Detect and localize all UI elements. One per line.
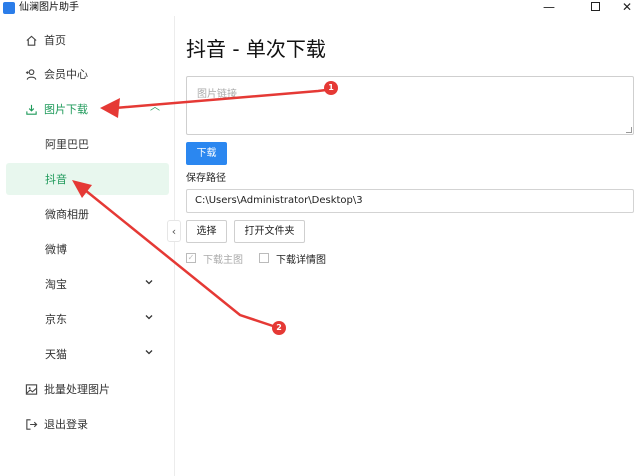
- annotation-badge-2: 2: [272, 321, 286, 335]
- sidebar-subitem-tmall[interactable]: 天猫: [6, 338, 169, 370]
- minimize-button[interactable]: —: [534, 0, 564, 15]
- sidebar-subitem-label: 京东: [45, 313, 67, 326]
- chevron-down-icon: [143, 312, 155, 324]
- sidebar-item-batch-process[interactable]: 批量处理图片: [0, 373, 175, 405]
- download-detail-image-label: 下载详情图: [276, 254, 326, 266]
- open-folder-button[interactable]: 打开文件夹: [234, 220, 305, 243]
- download-detail-image-checkbox[interactable]: 下载详情图: [259, 251, 326, 266]
- image-icon: [24, 382, 38, 396]
- title-bar: 仙澜图片助手 — ✕: [0, 0, 640, 16]
- checkbox-checked-icon: ✓: [186, 253, 196, 263]
- logout-icon: [24, 417, 38, 431]
- download-main-image-label: 下载主图: [203, 254, 243, 266]
- download-icon: [24, 102, 38, 116]
- sidebar-subitem-label: 天猫: [45, 348, 67, 361]
- close-button[interactable]: ✕: [612, 0, 640, 15]
- sidebar-subitem-label: 微商相册: [45, 208, 89, 221]
- download-button[interactable]: 下载: [186, 142, 227, 165]
- resize-grip-icon[interactable]: [626, 127, 632, 133]
- image-url-input[interactable]: 图片链接: [186, 76, 634, 135]
- sidebar: 首页 会员中心 图片下载 ︿ 阿里巴巴 抖音 微商相册 微博 淘宝 京东 天猫 …: [0, 16, 175, 476]
- sidebar-item-image-download[interactable]: 图片下载 ︿: [0, 93, 175, 125]
- sidebar-item-home[interactable]: 首页: [0, 24, 175, 56]
- download-main-image-checkbox[interactable]: ✓ 下载主图: [186, 251, 243, 266]
- sidebar-item-label: 退出登录: [44, 418, 88, 431]
- sidebar-collapse-button[interactable]: ‹: [167, 220, 181, 242]
- chevron-left-icon: ‹: [171, 225, 177, 238]
- save-path-input[interactable]: C:\Users\Administrator\Desktop\3: [186, 189, 634, 213]
- maximize-icon: [590, 2, 600, 11]
- sidebar-subitem-label: 淘宝: [45, 278, 67, 291]
- window-title: 仙澜图片助手: [19, 2, 79, 13]
- app-logo-icon: [3, 2, 15, 14]
- home-icon: [24, 33, 38, 47]
- sidebar-subitem-jd[interactable]: 京东: [6, 303, 169, 335]
- sidebar-subitem-label: 微博: [45, 243, 67, 256]
- sidebar-subitem-weibo[interactable]: 微博: [6, 233, 169, 265]
- app-window: 仙澜图片助手 — ✕ 首页 会员中心 图片下载 ︿ 阿里巴巴 抖音 微商相册 微…: [0, 0, 640, 476]
- chevron-down-icon: [143, 347, 155, 359]
- sidebar-item-label: 会员中心: [44, 68, 88, 81]
- sidebar-subitem-weishang-album[interactable]: 微商相册: [6, 198, 169, 230]
- chevron-up-icon: ︿: [150, 102, 160, 113]
- choose-folder-button[interactable]: 选择: [186, 220, 227, 243]
- sidebar-subitem-label: 阿里巴巴: [45, 138, 89, 151]
- maximize-button[interactable]: [580, 0, 610, 15]
- checkbox-unchecked-icon: [259, 253, 269, 263]
- sidebar-subitem-label: 抖音: [45, 173, 67, 186]
- sidebar-item-label: 首页: [44, 34, 66, 47]
- save-path-label: 保存路径: [186, 173, 226, 184]
- chevron-down-icon: [143, 277, 155, 289]
- image-url-placeholder: 图片链接: [197, 89, 237, 100]
- sidebar-item-logout[interactable]: 退出登录: [0, 408, 175, 440]
- sidebar-subitem-alibaba[interactable]: 阿里巴巴: [6, 128, 169, 160]
- page-title: 抖音 - 单次下载: [186, 37, 326, 61]
- annotation-badge-1: 1: [324, 81, 338, 95]
- user-add-icon: [24, 67, 38, 81]
- main-content: 抖音 - 单次下载 图片链接 下载 保存路径 C:\Users\Administ…: [176, 16, 640, 476]
- sidebar-item-label: 图片下载: [44, 103, 88, 116]
- sidebar-item-label: 批量处理图片: [44, 383, 110, 396]
- sidebar-subitem-taobao[interactable]: 淘宝: [6, 268, 169, 300]
- sidebar-item-member-center[interactable]: 会员中心: [0, 58, 175, 90]
- sidebar-subitem-douyin[interactable]: 抖音: [6, 163, 169, 195]
